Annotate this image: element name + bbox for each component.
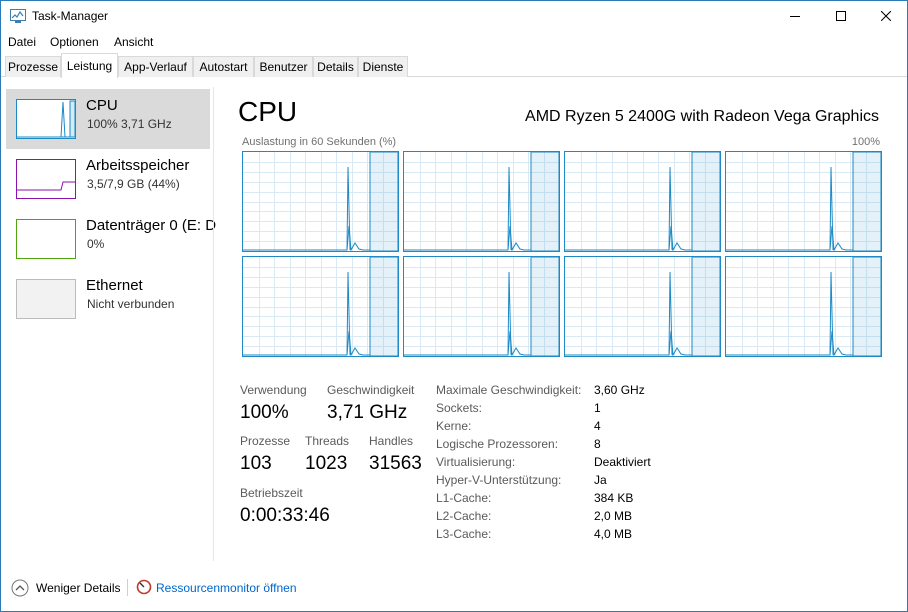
usage-label: Verwendung bbox=[240, 383, 307, 397]
logical-processor-graph bbox=[725, 151, 882, 252]
tab-details[interactable]: Details bbox=[313, 56, 358, 77]
logical-processor-graph bbox=[403, 151, 560, 252]
resource-sidebar: CPU 100% 3,71 GHz Arbeitsspeicher 3,5/7,… bbox=[1, 77, 216, 561]
menu-optionen[interactable]: Optionen bbox=[50, 35, 99, 49]
footer-bar: Weniger Details Ressourcenmonitor öffnen bbox=[1, 574, 907, 602]
sidebar-item-disk[interactable]: Datenträger 0 (E: D 0% bbox=[6, 209, 216, 269]
tab-prozesse[interactable]: Prozesse bbox=[5, 56, 61, 77]
logical-processor-graph bbox=[564, 151, 721, 252]
sidebar-divider bbox=[213, 87, 214, 561]
logical-processor-graph bbox=[242, 151, 399, 252]
disk-thumbnail-graph bbox=[16, 219, 76, 259]
info-value: 4,0 MB bbox=[594, 527, 633, 541]
info-label: L3-Cache: bbox=[436, 527, 492, 541]
ethernet-thumbnail-graph bbox=[16, 279, 76, 319]
menu-bar: Datei Optionen Ansicht bbox=[1, 32, 907, 52]
logical-processor-graph bbox=[242, 256, 399, 357]
info-label: Virtualisierung: bbox=[436, 455, 516, 469]
tab-autostart[interactable]: Autostart bbox=[193, 56, 254, 77]
info-label: L1-Cache: bbox=[436, 491, 492, 505]
tab-app-verlauf[interactable]: App-Verlauf bbox=[118, 56, 193, 77]
processes-label: Prozesse bbox=[240, 434, 291, 448]
sidebar-item-subtitle: 100% 3,71 GHz bbox=[87, 117, 172, 131]
handles-label: Handles bbox=[369, 434, 414, 448]
info-label: Kerne: bbox=[436, 419, 472, 433]
close-icon bbox=[881, 11, 891, 21]
uptime-value: 0:00:33:46 bbox=[240, 505, 330, 526]
info-label: Maximale Geschwindigkeit: bbox=[436, 383, 582, 397]
info-value: 2,0 MB bbox=[594, 509, 633, 523]
info-value: 1 bbox=[594, 401, 601, 415]
sidebar-item-title: Arbeitsspeicher bbox=[86, 157, 190, 174]
info-value: 384 KB bbox=[594, 491, 634, 505]
usage-value: 100% bbox=[240, 402, 289, 423]
memory-thumbnail-graph bbox=[16, 159, 76, 199]
graph-caption: Auslastung in 60 Sekunden (%) bbox=[242, 136, 397, 148]
handles-value: 31563 bbox=[369, 453, 422, 474]
logical-processor-graph bbox=[725, 256, 882, 357]
resource-monitor-icon bbox=[136, 579, 152, 595]
uptime-label: Betriebszeit bbox=[240, 486, 303, 500]
sidebar-item-subtitle: 3,5/7,9 GB (44%) bbox=[87, 177, 180, 191]
fewer-details-button[interactable]: Weniger Details bbox=[36, 581, 120, 595]
minimize-button[interactable] bbox=[772, 1, 818, 31]
info-label: L2-Cache: bbox=[436, 509, 492, 523]
info-value: Ja bbox=[594, 473, 607, 487]
menu-ansicht[interactable]: Ansicht bbox=[114, 35, 153, 49]
tab-dienste[interactable]: Dienste bbox=[358, 56, 408, 77]
cpu-thumbnail-graph bbox=[16, 99, 76, 139]
sidebar-item-memory[interactable]: Arbeitsspeicher 3,5/7,9 GB (44%) bbox=[6, 149, 210, 209]
logical-processor-graph bbox=[564, 256, 721, 357]
page-title: CPU bbox=[238, 96, 298, 127]
title-bar: Task-Manager bbox=[1, 1, 907, 31]
sidebar-item-subtitle: 0% bbox=[87, 237, 105, 251]
tab-leistung[interactable]: Leistung bbox=[61, 53, 118, 78]
footer-divider bbox=[127, 579, 128, 596]
open-resource-monitor-link[interactable]: Ressourcenmonitor öffnen bbox=[156, 581, 297, 595]
menu-datei[interactable]: Datei bbox=[8, 35, 36, 49]
maximize-button[interactable] bbox=[818, 1, 864, 31]
sidebar-item-title: CPU bbox=[86, 97, 118, 114]
info-value: 4 bbox=[594, 419, 601, 433]
speed-label: Geschwindigkeit bbox=[327, 383, 415, 397]
tab-bar: Prozesse Leistung App-Verlauf Autostart … bbox=[1, 53, 907, 78]
tab-benutzer[interactable]: Benutzer bbox=[254, 56, 313, 77]
info-label: Hyper-V-Unterstützung: bbox=[436, 473, 562, 487]
sidebar-item-cpu[interactable]: CPU 100% 3,71 GHz bbox=[6, 89, 210, 149]
processes-value: 103 bbox=[240, 453, 272, 474]
sidebar-item-subtitle: Nicht verbunden bbox=[87, 297, 175, 311]
info-label: Logische Prozessoren: bbox=[436, 437, 559, 451]
chevron-up-circle-icon[interactable] bbox=[11, 579, 29, 597]
close-button[interactable] bbox=[863, 1, 907, 31]
minimize-icon bbox=[790, 16, 800, 17]
info-value: Deaktiviert bbox=[594, 455, 651, 469]
sidebar-item-ethernet[interactable]: Ethernet Nicht verbunden bbox=[6, 269, 210, 329]
logical-processor-graph bbox=[403, 256, 560, 357]
maximize-icon bbox=[836, 11, 846, 21]
sidebar-item-title: Ethernet bbox=[86, 277, 143, 294]
info-label: Sockets: bbox=[436, 401, 483, 415]
sidebar-item-title: Datenträger 0 (E: D bbox=[86, 217, 217, 234]
task-manager-window: Task-Manager Datei Optionen Ansicht Proz… bbox=[0, 0, 908, 612]
graph-max-label: 100% bbox=[851, 136, 880, 148]
info-value: 8 bbox=[594, 437, 601, 451]
window-title: Task-Manager bbox=[32, 9, 109, 23]
info-value: 3,60 GHz bbox=[594, 383, 645, 397]
task-manager-app-icon bbox=[10, 9, 26, 23]
cpu-model-name: AMD Ryzen 5 2400G with Radeon Vega Graph… bbox=[525, 108, 879, 125]
speed-value: 3,71 GHz bbox=[327, 402, 408, 423]
logical-processor-graphs bbox=[242, 151, 882, 357]
threads-value: 1023 bbox=[305, 453, 348, 474]
threads-label: Threads bbox=[305, 434, 350, 448]
